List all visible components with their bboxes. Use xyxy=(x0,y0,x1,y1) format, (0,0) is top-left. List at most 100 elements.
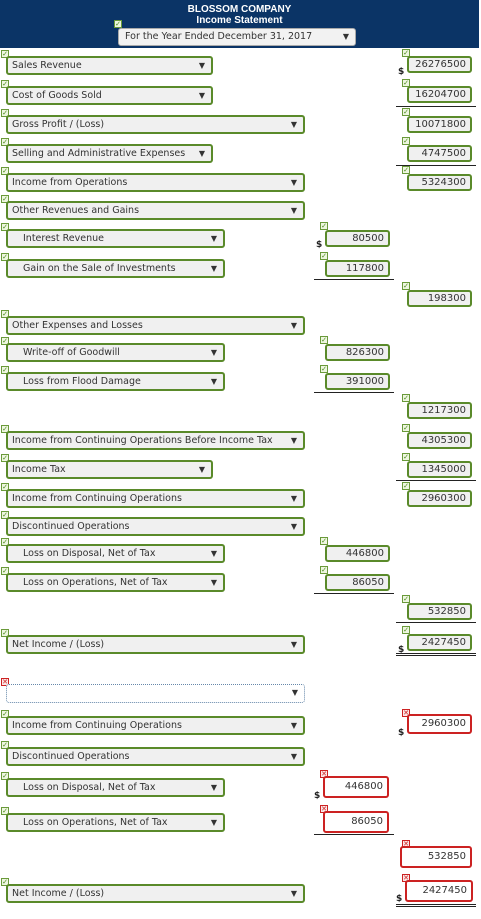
loss-disposal-label: Loss on Disposal, Net of Tax xyxy=(23,548,156,559)
selling-admin-input[interactable]: 4747500 xyxy=(407,145,472,162)
chevron-down-icon: ▼ xyxy=(290,640,297,649)
net-income-input-2[interactable]: 2427450 xyxy=(405,880,473,902)
underline xyxy=(396,622,476,623)
net-income-input[interactable]: 2427450 xyxy=(407,634,472,651)
discontinued-select[interactable]: Discontinued Operations ▼ xyxy=(6,517,305,536)
loss-operations-select-2[interactable]: Loss on Operations, Net of Tax ▼ xyxy=(6,813,225,832)
selling-admin-select[interactable]: Selling and Administrative Expenses ▼ xyxy=(6,144,213,163)
income-continuing-input-2[interactable]: 2960300 xyxy=(407,714,472,734)
net-income-select-2[interactable]: Net Income / (Loss) ▼ xyxy=(6,884,305,903)
check-icon: ✓ xyxy=(402,137,410,145)
chevron-down-icon: ▼ xyxy=(290,522,297,531)
chevron-down-icon: ▼ xyxy=(198,61,205,70)
check-icon: ✓ xyxy=(402,108,410,116)
chevron-down-icon: ▼ xyxy=(198,91,205,100)
net-income-label: Net Income / (Loss) xyxy=(12,639,105,650)
loss-flood-input[interactable]: 391000 xyxy=(325,373,390,390)
income-tax-input[interactable]: 1345000 xyxy=(407,461,472,478)
gain-sale-label: Gain on the Sale of Investments xyxy=(23,263,176,274)
double-underline xyxy=(396,904,476,907)
underline xyxy=(314,834,394,835)
loss-operations-select[interactable]: Loss on Operations, Net of Tax ▼ xyxy=(6,573,225,592)
chevron-down-icon: ▼ xyxy=(291,688,298,697)
check-icon: ✓ xyxy=(402,282,410,290)
other-revenues-select[interactable]: Other Revenues and Gains ▼ xyxy=(6,201,305,220)
cogs-select[interactable]: Cost of Goods Sold ▼ xyxy=(6,86,213,105)
check-icon: ✓ xyxy=(320,222,328,230)
loss-disposal-select[interactable]: Loss on Disposal, Net of Tax ▼ xyxy=(6,544,225,563)
other-expenses-select[interactable]: Other Expenses and Losses ▼ xyxy=(6,316,305,335)
period-select[interactable]: For the Year Ended December 31, 2017 ▼ xyxy=(118,28,356,46)
gain-sale-select[interactable]: Gain on the Sale of Investments ▼ xyxy=(6,259,225,278)
company-name: BLOSSOM COMPANY xyxy=(187,4,292,15)
income-before-tax-select[interactable]: Income from Continuing Operations Before… xyxy=(6,431,305,450)
income-continuing-input[interactable]: 2960300 xyxy=(407,490,472,507)
check-icon: ✓ xyxy=(320,365,328,373)
chevron-down-icon: ▼ xyxy=(290,178,297,187)
chevron-down-icon: ▼ xyxy=(210,234,217,243)
underline xyxy=(314,279,394,280)
interest-revenue-select[interactable]: Interest Revenue ▼ xyxy=(6,229,225,248)
gross-profit-input[interactable]: 10071800 xyxy=(407,116,472,133)
loss-disposal-input-2[interactable]: 446800 xyxy=(323,776,389,798)
writeoff-goodwill-input[interactable]: 826300 xyxy=(325,344,390,361)
check-icon: ✓ xyxy=(402,482,410,490)
dollar-sign: $ xyxy=(398,67,405,77)
loss-operations-input-2[interactable]: 86050 xyxy=(323,811,389,833)
gross-profit-select[interactable]: Gross Profit / (Loss) ▼ xyxy=(6,115,305,134)
income-continuing-select[interactable]: Income from Continuing Operations ▼ xyxy=(6,489,305,508)
writeoff-goodwill-select[interactable]: Write-off of Goodwill ▼ xyxy=(6,343,225,362)
gross-profit-label: Gross Profit / (Loss) xyxy=(12,119,105,130)
other-revenues-total-input[interactable]: 198300 xyxy=(407,290,472,307)
chevron-down-icon: ▼ xyxy=(210,264,217,273)
discontinued-select-2[interactable]: Discontinued Operations ▼ xyxy=(6,747,305,766)
loss-disposal-select-2[interactable]: Loss on Disposal, Net of Tax ▼ xyxy=(6,778,225,797)
chevron-down-icon: ▼ xyxy=(290,206,297,215)
double-underline xyxy=(396,653,476,656)
check-icon: ✓ xyxy=(402,626,410,634)
chevron-down-icon: ▼ xyxy=(342,32,349,41)
chevron-down-icon: ▼ xyxy=(198,149,205,158)
sales-revenue-input[interactable]: 26276500 xyxy=(407,56,472,73)
dollar-sign: $ xyxy=(396,894,403,904)
loss-operations-input[interactable]: 86050 xyxy=(325,574,390,591)
chevron-down-icon: ▼ xyxy=(290,752,297,761)
net-income-select[interactable]: Net Income / (Loss) ▼ xyxy=(6,635,305,654)
income-ops-label: Income from Operations xyxy=(12,177,128,188)
income-tax-label: Income Tax xyxy=(12,464,66,475)
other-revenues-label: Other Revenues and Gains xyxy=(12,205,140,216)
underline xyxy=(314,392,394,393)
discontinued-total-input[interactable]: 532850 xyxy=(407,603,472,620)
check-icon: ✓ xyxy=(320,252,328,260)
chevron-down-icon: ▼ xyxy=(210,549,217,558)
chevron-down-icon: ▼ xyxy=(290,889,297,898)
dollar-sign: $ xyxy=(314,791,321,801)
interest-revenue-label: Interest Revenue xyxy=(23,233,105,244)
income-continuing-label-2: Income from Continuing Operations xyxy=(12,720,182,731)
interest-revenue-input[interactable]: 80500 xyxy=(325,230,390,247)
blank-select[interactable]: ▼ xyxy=(6,684,305,703)
underline xyxy=(396,106,476,107)
chevron-down-icon: ▼ xyxy=(198,465,205,474)
other-expenses-total-input[interactable]: 1217300 xyxy=(407,402,472,419)
loss-disposal-label-2: Loss on Disposal, Net of Tax xyxy=(23,782,156,793)
income-before-tax-input[interactable]: 4305300 xyxy=(407,432,472,449)
income-tax-select[interactable]: Income Tax ▼ xyxy=(6,460,213,479)
check-icon: ✓ xyxy=(320,336,328,344)
loss-disposal-input[interactable]: 446800 xyxy=(325,545,390,562)
gain-sale-input[interactable]: 117800 xyxy=(325,260,390,277)
sales-revenue-select[interactable]: Sales Revenue ▼ xyxy=(6,56,213,75)
chevron-down-icon: ▼ xyxy=(210,348,217,357)
writeoff-goodwill-label: Write-off of Goodwill xyxy=(23,347,120,358)
check-icon: ✓ xyxy=(402,424,410,432)
income-ops-select[interactable]: Income from Operations ▼ xyxy=(6,173,305,192)
check-icon: ✓ xyxy=(402,595,410,603)
income-ops-input[interactable]: 5324300 xyxy=(407,174,472,191)
chevron-down-icon: ▼ xyxy=(290,721,297,730)
income-continuing-select-2[interactable]: Income from Continuing Operations ▼ xyxy=(6,716,305,735)
net-income-label-2: Net Income / (Loss) xyxy=(12,888,105,899)
discontinued-total-input-2[interactable]: 532850 xyxy=(400,846,472,868)
loss-flood-select[interactable]: Loss from Flood Damage ▼ xyxy=(6,372,225,391)
check-icon: ✓ xyxy=(402,394,410,402)
cogs-input[interactable]: 16204700 xyxy=(407,86,472,103)
